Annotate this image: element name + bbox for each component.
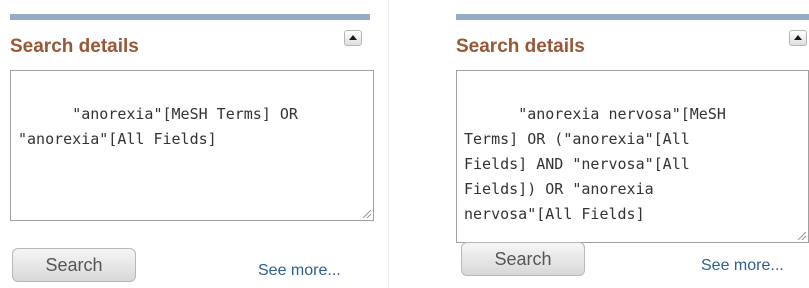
search-query-textarea[interactable]: "anorexia"[MeSH Terms] OR "anorexia"[All… [10,70,374,221]
collapse-up-icon [794,35,802,40]
panel-title: Search details [10,36,139,57]
collapse-button[interactable] [344,30,362,46]
screenshot-stage: Search details "anorexia"[MeSH Terms] OR… [0,0,809,288]
panel-header-bar [10,14,370,20]
search-query-text: "anorexia nervosa"[MeSH Terms] OR ("anor… [464,105,726,223]
resize-grip-icon[interactable] [363,210,371,218]
panel-title: Search details [456,36,585,57]
search-query-text: "anorexia"[MeSH Terms] OR "anorexia"[All… [18,105,298,148]
panel-divider [388,0,389,288]
collapse-up-icon [349,35,357,40]
search-details-panel-left: Search details "anorexia"[MeSH Terms] OR… [10,0,377,288]
search-button[interactable]: Search [461,242,585,276]
see-more-link[interactable]: See more... [701,257,784,275]
search-query-textarea[interactable]: "anorexia nervosa"[MeSH Terms] OR ("anor… [456,70,809,243]
see-more-link[interactable]: See more... [258,262,341,280]
panel-header-bar [456,14,809,20]
resize-grip-icon[interactable] [798,232,806,240]
search-details-panel-right: Search details "anorexia nervosa"[MeSH T… [456,0,809,288]
search-button[interactable]: Search [12,248,136,282]
collapse-button[interactable] [789,30,807,46]
